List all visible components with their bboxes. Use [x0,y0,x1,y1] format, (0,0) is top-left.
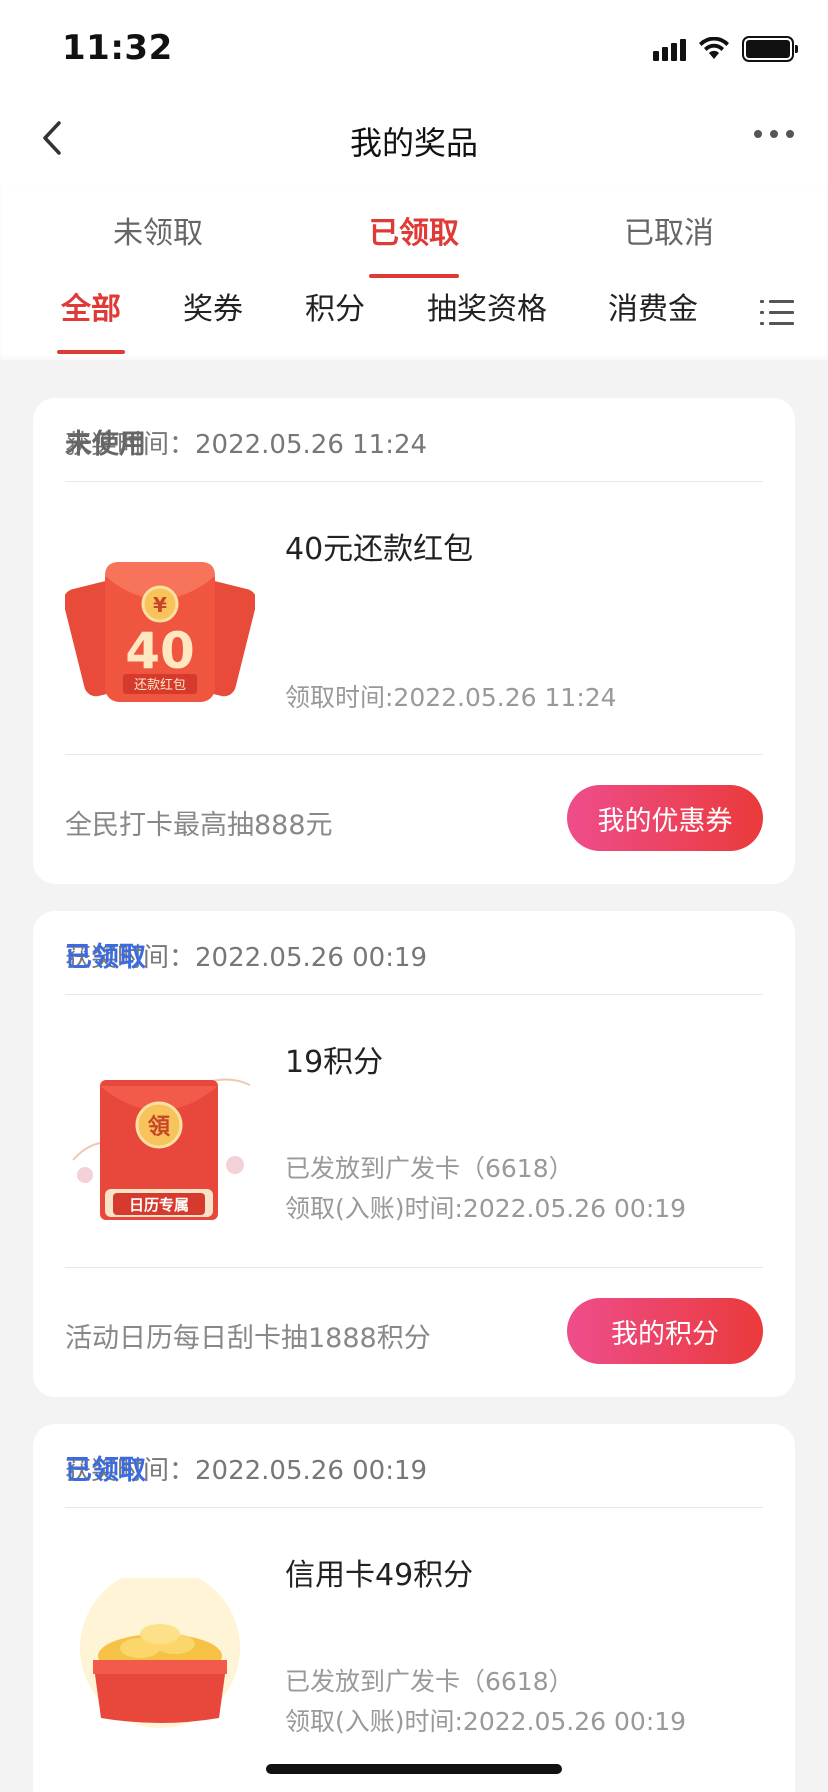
prize-name: 信用卡49积分 [285,1558,474,1593]
tab-label: 未领取 [113,216,203,251]
card-header: 获奖时间：2022.05.26 00:19 已领取 [65,911,763,995]
nav-bar: 我的奖品 [0,100,828,184]
status-time: 11:32 [62,28,173,68]
tab-label: 消费金 [608,292,698,327]
tab-label: 积分 [305,292,365,327]
battery-icon [742,36,798,62]
tab-label: 已取消 [624,216,714,251]
prize-name: 19积分 [285,1045,384,1080]
prize-name: 40元还款红包 [285,532,474,567]
page-title: 我的奖品 [349,124,478,162]
primary-tabs: 未领取 已领取 已取消 [0,184,828,278]
more-dot-icon [770,130,778,138]
prize-card: 获奖时间：2022.05.26 11:24 未使用 ¥ 40 还款红包 40元还… [33,398,795,884]
prize-card: 获奖时间：2022.05.26 00:19 已领取 信用卡49积分 已发放到广发… [33,1424,795,1792]
top-bar: 11:32 我的奖品 [0,0,828,184]
gold-coins-box-icon [80,1578,240,1728]
thumb-symbol: ¥ [153,593,167,617]
card-footer: 全民打卡最高抽888元 我的优惠券 [65,754,763,884]
claim-time: 领取时间:2022.05.26 11:24 [285,683,617,712]
prize-card: 获奖时间：2022.05.26 00:19 已领取 領 日历专属 19积分 已发… [33,911,795,1397]
points-envelope-icon: 領 日历专属 [72,1078,251,1220]
my-points-button[interactable]: 我的积分 [567,1298,763,1364]
card-body: 領 日历专属 19积分 已发放到广发卡（6618） 领取(入账)时间:2022.… [65,995,763,1267]
tab-lottery-qualification[interactable]: 抽奖资格 [427,284,547,328]
thumb-amount: 40 [125,622,195,680]
card-body: 信用卡49积分 已发放到广发卡（6618） 领取(入账)时间:2022.05.2… [65,1508,763,1780]
thumb-caption: 还款红包 [134,677,186,693]
tab-spending-credit[interactable]: 消费金 [608,284,698,328]
claim-time: 领取(入账)时间:2022.05.26 00:19 [285,1707,687,1736]
tab-label: 抽奖资格 [427,292,547,327]
thumb-caption: 日历专属 [129,1196,189,1214]
delivery-info: 已发放到广发卡（6618） [285,1667,574,1696]
status-bar: 11:32 [0,0,828,100]
tab-label: 已领取 [369,216,459,251]
tab-all[interactable]: 全部 [57,284,125,354]
active-tab-indicator [57,350,125,354]
promo-text: 活动日历每日刮卡抽1888积分 [65,1323,431,1354]
home-indicator [266,1764,562,1774]
list-menu-icon[interactable] [760,298,794,328]
tab-claimed[interactable]: 已领取 [369,208,459,278]
my-coupons-button[interactable]: 我的优惠券 [567,785,763,851]
wifi-icon [699,37,729,59]
tab-label: 奖券 [183,292,243,327]
card-header: 获奖时间：2022.05.26 00:19 已领取 [65,1424,763,1508]
more-button[interactable] [754,130,794,138]
tab-points[interactable]: 积分 [305,284,365,328]
delivery-info: 已发放到广发卡（6618） [285,1154,574,1183]
thumb-symbol: 領 [148,1114,171,1140]
red-envelope-icon: ¥ 40 还款红包 [65,562,255,702]
tab-coupons[interactable]: 奖券 [183,284,243,328]
tab-cancelled[interactable]: 已取消 [624,208,714,252]
more-dot-icon [786,130,794,138]
tabs-area: 未领取 已领取 已取消 全部 奖券 积分 抽奖资格 消费金 [0,184,828,360]
status-icons [653,34,798,64]
card-body: ¥ 40 还款红包 40元还款红包 领取时间:2022.05.26 11:24 [65,482,763,754]
cellular-signal-icon [653,37,686,61]
card-footer: 活动日历每日刮卡抽1888积分 我的积分 [65,1267,763,1397]
card-header: 获奖时间：2022.05.26 11:24 未使用 [65,398,763,482]
more-dot-icon [754,130,762,138]
tab-unclaimed[interactable]: 未领取 [113,208,203,252]
claim-time: 领取(入账)时间:2022.05.26 00:19 [285,1194,687,1223]
promo-text: 全民打卡最高抽888元 [65,810,333,841]
secondary-tabs: 全部 奖券 积分 抽奖资格 消费金 [0,270,828,360]
tab-label: 全部 [61,292,121,327]
